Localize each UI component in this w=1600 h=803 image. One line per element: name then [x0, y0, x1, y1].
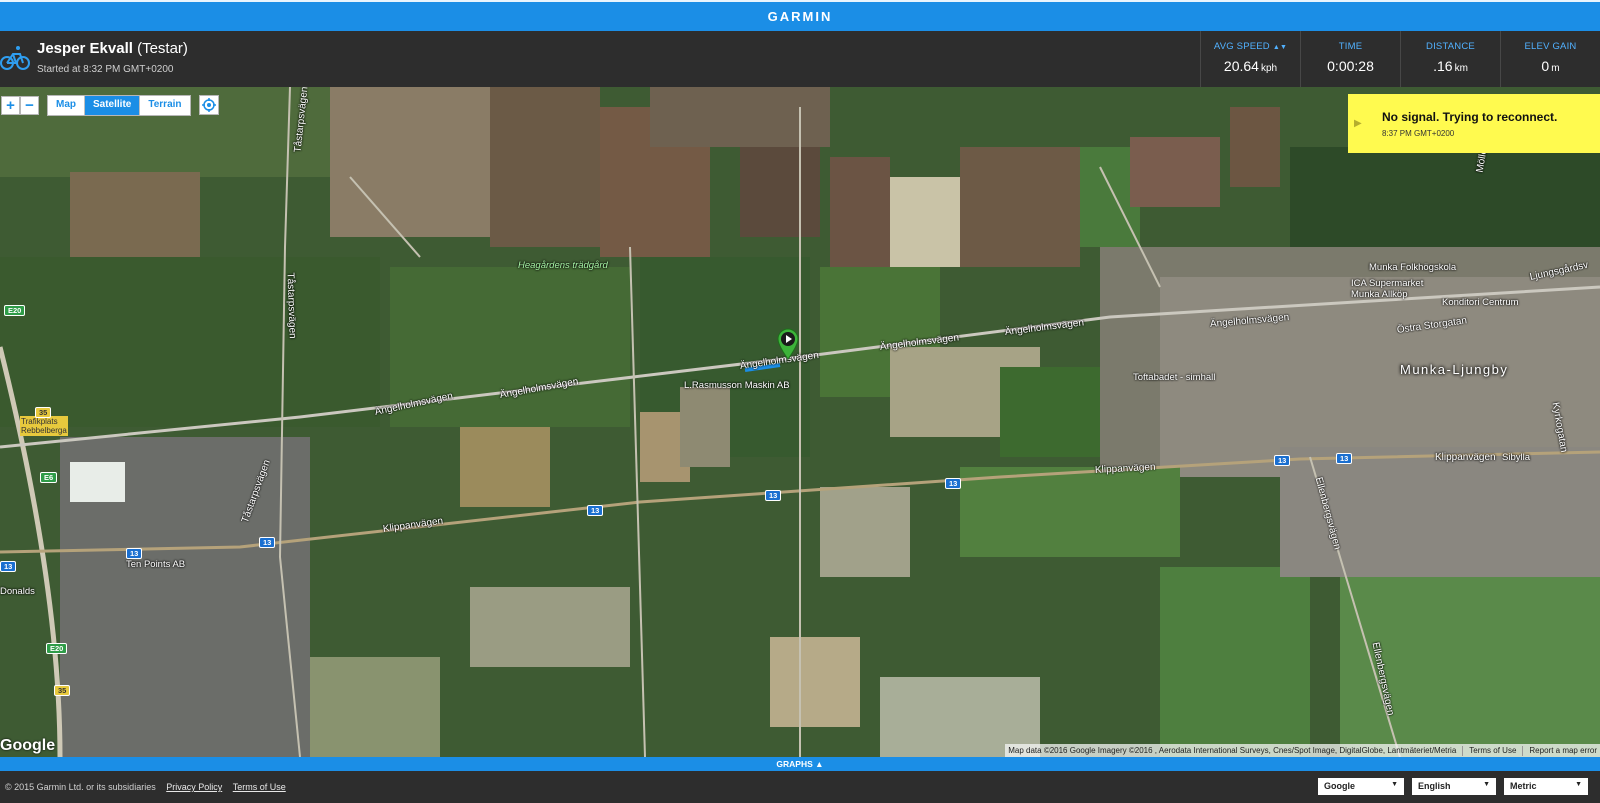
poi-label[interactable]: Donalds [0, 586, 35, 597]
report-map-error-link[interactable]: Report a map error [1529, 746, 1597, 755]
zoom-in-button[interactable]: + [1, 96, 20, 115]
graphs-toggle[interactable]: GRAPHS ▲ [0, 757, 1600, 771]
stat-unit: m [1551, 63, 1560, 74]
copyright-text: © 2015 Garmin Ltd. or its subsidiaries [5, 782, 156, 792]
map-type-terrain[interactable]: Terrain [140, 96, 189, 115]
stat-value: 20.64 [1223, 58, 1259, 74]
chevron-down-icon: ▼ [1575, 781, 1582, 788]
language-select[interactable]: English ▼ [1412, 778, 1496, 795]
brand-bar: GARMIN [0, 0, 1600, 31]
bicycle-icon [0, 46, 30, 70]
poi-label[interactable]: Konditori Centrum [1442, 297, 1519, 308]
footer: © 2015 Garmin Ltd. or its subsidiaries P… [0, 771, 1600, 803]
stat-time: TIME 0:00:28 [1300, 31, 1400, 87]
divider [1522, 745, 1524, 756]
stat-label: DISTANCE [1426, 41, 1475, 52]
poi-label[interactable]: Toftabadet - simhall [1133, 372, 1215, 383]
stat-avg-speed[interactable]: AVG SPEED ▲▼ 20.64 kph [1200, 31, 1300, 87]
select-value: English [1418, 781, 1451, 791]
stat-value: 0 [1541, 58, 1550, 74]
route-shield: 13 [587, 505, 604, 516]
route-shield: 13 [765, 490, 782, 501]
privacy-policy-link[interactable]: Privacy Policy [166, 782, 222, 792]
start-time: Started at 8:32 PM GMT+0200 [37, 64, 174, 75]
stat-label: TIME [1338, 41, 1363, 52]
zoom-out-button[interactable]: − [20, 96, 39, 115]
chevron-down-icon: ▼ [1391, 781, 1398, 788]
route-shield: 13 [259, 537, 276, 548]
map-type-map[interactable]: Map [48, 96, 85, 115]
collapse-arrow-icon[interactable]: ▶ [1354, 118, 1362, 129]
position-marker-icon[interactable] [776, 328, 800, 360]
stat-unit: kph [1260, 63, 1278, 74]
sort-toggle-icon[interactable]: ▲▼ [1273, 44, 1287, 51]
athlete-name-text: Jesper Ekvall [37, 40, 133, 57]
stat-label: AVG SPEED [1213, 41, 1270, 52]
select-value: Google [1324, 781, 1355, 791]
garmin-logo: GARMIN [767, 9, 833, 24]
road-label: Klippanvägen [1435, 452, 1496, 463]
poi-label[interactable]: Trafikplats Rebbelberga [20, 416, 68, 436]
route-shield: 13 [0, 561, 17, 572]
chevron-down-icon: ▼ [1483, 781, 1490, 788]
stat-unit: km [1454, 63, 1468, 74]
route-shield: 35 [35, 407, 52, 418]
notification-time: 8:37 PM GMT+0200 [1382, 129, 1455, 138]
zoom-controls: + − [1, 96, 39, 115]
footer-selects: Google ▼ English ▼ Metric ▼ [1318, 778, 1588, 795]
athlete-name: Jesper Ekvall (Testar) [37, 40, 188, 57]
stat-elev-gain: ELEV GAIN 0m [1500, 31, 1600, 87]
route-shield: 13 [1274, 455, 1291, 466]
athlete-role: (Testar) [137, 40, 188, 57]
google-logo: Google [0, 737, 56, 754]
route-shield: 35 [54, 685, 71, 696]
map-terms-link[interactable]: Terms of Use [1469, 746, 1516, 755]
poi-label[interactable]: Munka Folkhögskola [1369, 262, 1456, 273]
poi-label[interactable]: ICA Supermarket Munka Allköp [1351, 278, 1431, 300]
map-provider-select[interactable]: Google ▼ [1318, 778, 1404, 795]
activity-header: Jesper Ekvall (Testar) Started at 8:32 P… [0, 31, 1600, 87]
stats-panel: AVG SPEED ▲▼ 20.64 kph TIME 0:00:28 DISTAN… [1200, 31, 1600, 87]
poi-label[interactable]: Ten Points AB [126, 559, 185, 570]
road-label: Tåstarpsvägen [284, 272, 298, 339]
town-label: Munka-Ljungby [1400, 362, 1509, 377]
route-shield: E6 [40, 472, 58, 483]
footer-copyright: © 2015 Garmin Ltd. or its subsidiaries P… [5, 782, 286, 792]
route-shield: 13 [1336, 453, 1353, 464]
recenter-button[interactable] [199, 95, 219, 115]
terms-of-use-link[interactable]: Terms of Use [233, 782, 286, 792]
select-value: Metric [1510, 781, 1537, 791]
poi-label[interactable]: L.Rasmusson Maskin AB [684, 380, 790, 391]
poi-label[interactable]: Heagårdens trädgård [518, 260, 608, 271]
route-shield: 13 [945, 478, 962, 489]
notification-message: No signal. Trying to reconnect. [1382, 110, 1558, 124]
satellite-map[interactable]: Tåstarpsvägen Tåstarpsvägen Ängelholmsvä… [0, 87, 1600, 757]
stat-distance: DISTANCE .16 km [1400, 31, 1500, 87]
stat-value: 0:00:28 [1327, 58, 1374, 74]
signal-notification[interactable]: ▶ No signal. Trying to reconnect. 8:37 P… [1348, 94, 1600, 153]
poi-label[interactable]: Sibylla [1502, 452, 1530, 463]
crosshair-icon [202, 98, 216, 112]
stat-value: .16 [1433, 58, 1453, 74]
stat-label: ELEV GAIN [1524, 41, 1577, 52]
divider [1462, 745, 1464, 756]
route-shield: 13 [126, 548, 143, 559]
map-type-toggle: Map Satellite Terrain [47, 95, 191, 116]
route-shield: E20 [46, 643, 68, 654]
map-attribution: Map data ©2016 Google Imagery ©2016 , Ae… [1005, 744, 1600, 757]
map-type-satellite[interactable]: Satellite [85, 96, 141, 115]
map-data-text: Map data ©2016 Google Imagery ©2016 , Ae… [1008, 746, 1457, 755]
satellite-imagery [0, 87, 1600, 757]
route-shield: E20 [4, 305, 26, 316]
units-select[interactable]: Metric ▼ [1504, 778, 1588, 795]
